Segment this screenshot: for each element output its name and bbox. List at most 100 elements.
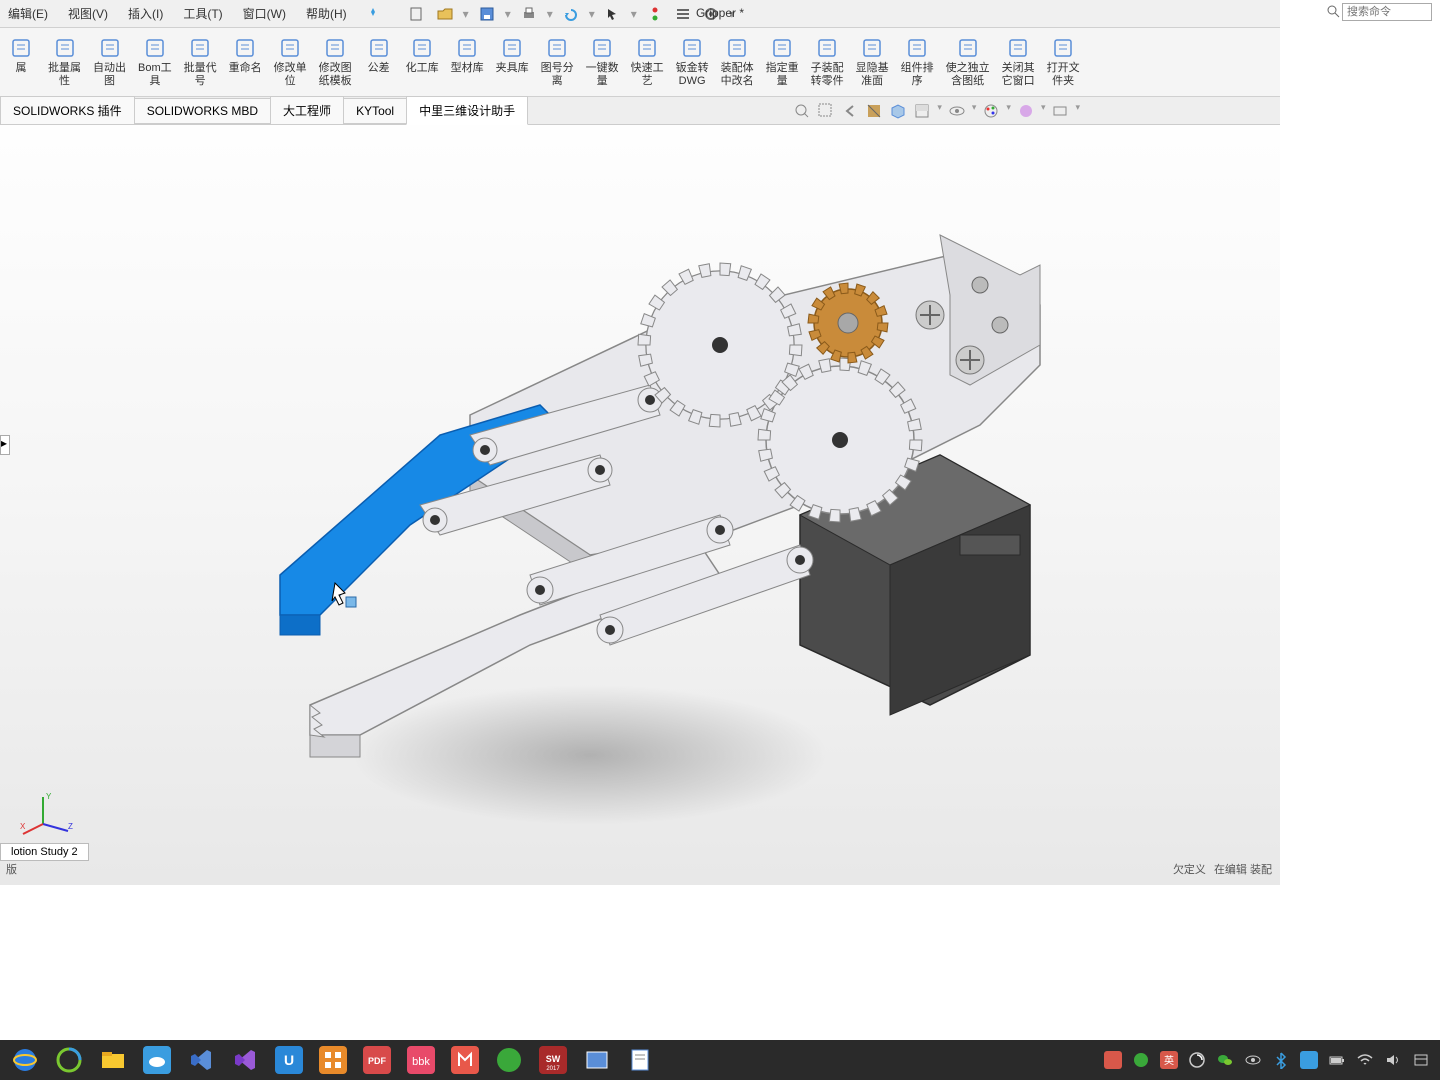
print-icon[interactable] [519, 4, 539, 24]
explorer-icon[interactable] [92, 1042, 134, 1078]
open-icon[interactable] [435, 4, 455, 24]
ribbon-show-hide-plane[interactable]: 显隐基 准面 [850, 32, 895, 92]
save-icon[interactable] [477, 4, 497, 24]
tray-volume-icon[interactable] [1384, 1051, 1402, 1069]
menu-tools[interactable]: 工具(T) [179, 3, 226, 24]
ribbon-sheetmetal-dwg[interactable]: 钣金转 DWG [670, 32, 715, 92]
windows-taskbar: U PDF bbk SW2017 英 [0, 1040, 1440, 1080]
flyout-expand-button[interactable]: ▸ [0, 435, 10, 455]
ribbon-make-independent[interactable]: 使之独立 含图纸 [940, 32, 996, 92]
view-orientation-icon[interactable] [889, 102, 907, 120]
ribbon-label: 关闭其 它窗口 [1002, 62, 1035, 88]
traffic-light-icon[interactable] [645, 4, 665, 24]
search-input[interactable] [1342, 3, 1432, 21]
vscode-icon[interactable] [180, 1042, 222, 1078]
ribbon-tolerance[interactable]: 公差 [358, 32, 400, 92]
ribbon-modify-drawing[interactable]: 修改图 纸模板 [313, 32, 358, 92]
tray-wechat-icon[interactable] [1216, 1051, 1234, 1069]
search-icon[interactable] [1326, 4, 1342, 20]
ribbon-rename[interactable]: 重命名 [223, 32, 268, 92]
cloud-icon[interactable] [136, 1042, 178, 1078]
zoom-area-icon[interactable] [817, 102, 835, 120]
ribbon-modify-unit[interactable]: 修改单 位 [268, 32, 313, 92]
tray-eye-icon[interactable] [1244, 1051, 1262, 1069]
ribbon-pic-separate[interactable]: 图号分 离 [535, 32, 580, 92]
ribbon-open-folder[interactable]: 打开文 件夹 [1041, 32, 1086, 92]
tray-battery-icon[interactable] [1328, 1051, 1346, 1069]
subtab-3[interactable]: KYTool [343, 98, 407, 124]
coordinate-triad[interactable]: Y Z X [18, 789, 78, 839]
ribbon-spec-weight[interactable]: 指定重 量 [760, 32, 805, 92]
ribbon-label: 自动出 图 [93, 62, 126, 88]
system-tray: 英 [1104, 1051, 1436, 1069]
subtab-2[interactable]: 大工程师 [270, 96, 344, 125]
subtab-1[interactable]: SOLIDWORKS MBD [134, 98, 271, 124]
ribbon-batch-code[interactable]: 批量代 号 [178, 32, 223, 92]
ribbon-assembly-rename[interactable]: 装配体 中改名 [715, 32, 760, 92]
section-view-icon[interactable] [865, 102, 883, 120]
tray-app-1-icon[interactable] [1104, 1051, 1122, 1069]
profile-lib-icon [455, 36, 479, 60]
ribbon-close-others[interactable]: 关闭其 它窗口 [996, 32, 1041, 92]
graphics-viewport[interactable]: ▸ [0, 125, 1280, 885]
solidworks-icon[interactable]: SW2017 [532, 1042, 574, 1078]
heads-up-view-toolbar: ▾ ▾ ▾ ▾ ▾ [793, 102, 1080, 120]
ribbon-label: 一键数 量 [586, 62, 619, 88]
ribbon-auto-drawing[interactable]: 自动出 图 [87, 32, 132, 92]
view-settings-icon[interactable] [1051, 102, 1069, 120]
undo-icon[interactable] [561, 4, 581, 24]
zoom-fit-icon[interactable] [793, 102, 811, 120]
motion-study-tab[interactable]: lotion Study 2 [0, 843, 89, 861]
ribbon-toolbar: 属批量属 性自动出 图Bom工 具批量代 号重命名修改单 位修改图 纸模板公差化… [0, 28, 1280, 97]
app-m-icon[interactable] [444, 1042, 486, 1078]
ribbon-chem-lib[interactable]: 化工库 [400, 32, 445, 92]
vs-icon[interactable] [224, 1042, 266, 1078]
edit-appearance-icon[interactable] [982, 102, 1000, 120]
rename-icon [233, 36, 257, 60]
app-red-icon[interactable]: bbk [400, 1042, 442, 1078]
app-u-icon[interactable]: U [268, 1042, 310, 1078]
tray-ime-icon[interactable]: 英 [1160, 1051, 1178, 1069]
subtab-4[interactable]: 中里三维设计助手 [406, 96, 528, 125]
ribbon-profile-lib[interactable]: 型材库 [445, 32, 490, 92]
pdf-icon[interactable]: PDF [356, 1042, 398, 1078]
browser-icon[interactable] [48, 1042, 90, 1078]
menu-help[interactable]: 帮助(H) [302, 3, 351, 24]
tray-app-3-icon[interactable] [1300, 1051, 1318, 1069]
status-bar: 版 欠定义 在编辑 装配 [0, 861, 1280, 879]
ie-icon[interactable] [4, 1042, 46, 1078]
ribbon-prop[interactable]: 属 [0, 32, 42, 92]
menu-edit[interactable]: 编辑(E) [4, 3, 52, 24]
app-grid-icon[interactable] [312, 1042, 354, 1078]
new-doc-icon[interactable] [407, 4, 427, 24]
ribbon-onekey-qty[interactable]: 一键数 量 [580, 32, 625, 92]
hide-show-items-icon[interactable] [948, 102, 966, 120]
apply-scene-icon[interactable] [1017, 102, 1035, 120]
ribbon-bom-tool[interactable]: Bom工 具 [132, 32, 178, 92]
tray-app-2-icon[interactable] [1132, 1051, 1150, 1069]
tray-notification-icon[interactable] [1412, 1051, 1430, 1069]
gripper-model[interactable] [160, 215, 1080, 775]
svg-text:Y: Y [46, 792, 52, 801]
tray-wifi-icon[interactable] [1356, 1051, 1374, 1069]
app-kc-icon[interactable] [576, 1042, 618, 1078]
tray-bluetooth-icon[interactable] [1272, 1051, 1290, 1069]
previous-view-icon[interactable] [841, 102, 859, 120]
notepad-icon[interactable] [620, 1042, 662, 1078]
menu-window[interactable]: 窗口(W) [239, 3, 290, 24]
menu-insert[interactable]: 插入(I) [124, 3, 167, 24]
tray-sync-icon[interactable] [1188, 1051, 1206, 1069]
ribbon-fixture-lib[interactable]: 夹具库 [490, 32, 535, 92]
display-style-icon[interactable] [913, 102, 931, 120]
ribbon-batch-prop[interactable]: 批量属 性 [42, 32, 87, 92]
options-list-icon[interactable] [673, 4, 693, 24]
subtab-0[interactable]: SOLIDWORKS 插件 [0, 96, 135, 125]
ribbon-child-assembly[interactable]: 子装配 转零件 [805, 32, 850, 92]
menu-view[interactable]: 视图(V) [64, 3, 112, 24]
select-icon[interactable] [603, 4, 623, 24]
ribbon-comp-sort[interactable]: 组件排 序 [895, 32, 940, 92]
app-green-icon[interactable] [488, 1042, 530, 1078]
fixture-lib-icon [500, 36, 524, 60]
pin-icon[interactable] [363, 4, 383, 24]
ribbon-quick-process[interactable]: 快速工 艺 [625, 32, 670, 92]
